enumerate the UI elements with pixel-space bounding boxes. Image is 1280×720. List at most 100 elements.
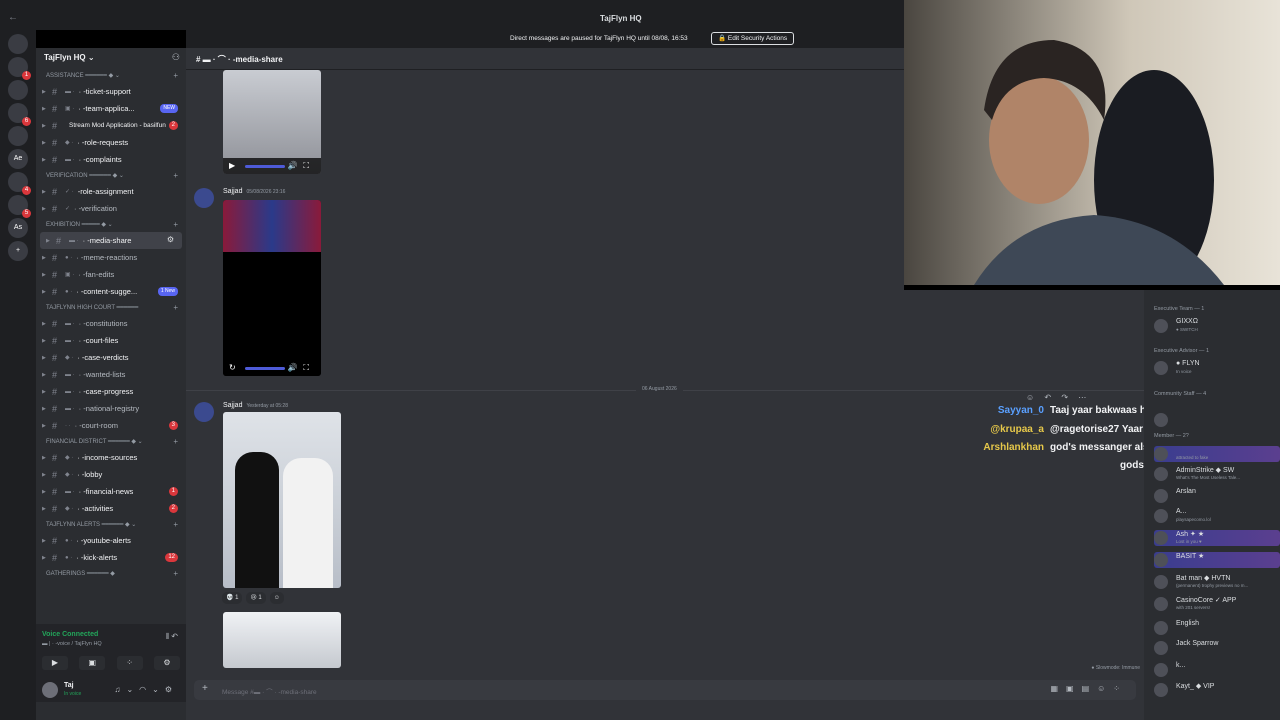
screenshare-icon[interactable]: ▣ (79, 656, 106, 670)
guild-header[interactable]: TajFlyn HQ ⌄ ⚇ (36, 48, 186, 68)
collapse-arrow-icon[interactable]: ▶ (42, 555, 48, 561)
avatar[interactable] (1154, 413, 1168, 427)
voice-controls[interactable]: ⦀ ↶ (166, 632, 178, 642)
avatar[interactable] (1154, 361, 1168, 375)
channel-item[interactable]: ▶ # ● · · -youtube-alerts (36, 532, 186, 549)
channel-item[interactable]: ▶ # ● · · -content-sugge... 1 New (36, 283, 186, 300)
avatar[interactable] (42, 682, 58, 698)
collapse-arrow-icon[interactable]: ▶ (42, 106, 48, 112)
avatar[interactable] (1154, 641, 1168, 655)
avatar[interactable] (1154, 509, 1168, 523)
collapse-arrow-icon[interactable]: ▶ (42, 389, 48, 395)
message-input-placeholder[interactable]: Message #▬ · ⌒ · -media-share (222, 686, 317, 696)
add-member-icon[interactable]: ⚇ (172, 52, 180, 63)
member-item[interactable]: GIXXΩ ● SWITCH (1154, 318, 1280, 334)
server-icon[interactable]: 6 (8, 103, 31, 126)
collapse-arrow-icon[interactable]: ▶ (42, 455, 48, 461)
member-item[interactable]: ● FLYN In voice (1154, 360, 1280, 376)
collapse-arrow-icon[interactable]: ▶ (42, 355, 48, 361)
channel-item[interactable]: ▶ # ✓ · -verification (36, 200, 186, 217)
server-icon[interactable] (8, 80, 28, 100)
channel-item[interactable]: ▶ # ● · · -kick-alerts 12 (36, 549, 186, 566)
collapse-arrow-icon[interactable]: ▶ (42, 123, 48, 129)
server-icon[interactable] (8, 126, 28, 146)
collapse-arrow-icon[interactable]: ▶ (42, 289, 48, 295)
channel-item[interactable]: ▶ # ▣ · · -fan-edits (36, 266, 186, 283)
collapse-arrow-icon[interactable]: ▶ (42, 89, 48, 95)
channel-item[interactable]: ▶ # ◆ · · -lobby (36, 466, 186, 483)
member-item[interactable]: Arslan (1154, 488, 1280, 504)
avatar[interactable] (1154, 683, 1168, 697)
channel-item[interactable]: ▶ # ▬ · · -constitutions (36, 315, 186, 332)
add-channel-icon[interactable]: + (173, 220, 178, 229)
avatar[interactable] (1154, 575, 1168, 589)
channel-category[interactable]: EXHIBITION ━━━━━ ◆ ⌄ + (36, 217, 186, 232)
channel-settings-icon[interactable]: ⚙ (167, 235, 174, 244)
add-channel-icon[interactable]: + (173, 437, 178, 446)
guild-name[interactable]: TajFlyn HQ ⌄ (44, 53, 95, 62)
member-item[interactable]: CasinoCore ✓ APP with 201 servers! (1154, 596, 1280, 612)
member-item[interactable] (1154, 412, 1280, 428)
channel-item[interactable]: ▶ # ▬ · · -financial-news 1 (36, 483, 186, 500)
activities-icon[interactable]: ⁘ (116, 656, 143, 670)
channel-item[interactable]: ▶ # Stream Mod Application - basilfun 2 (36, 117, 186, 134)
channel-item[interactable]: ▶ # ▬ · · -wanted-lists (36, 366, 186, 383)
collapse-arrow-icon[interactable]: ▶ (42, 255, 48, 261)
collapse-arrow-icon[interactable]: ▶ (42, 506, 48, 512)
collapse-arrow-icon[interactable]: ▶ (42, 206, 48, 212)
server-icon[interactable]: + (8, 241, 28, 261)
member-item[interactable]: Ash ✦ ★ Lost in you ♥ (1154, 530, 1280, 546)
member-item[interactable]: k... (1154, 662, 1280, 678)
channel-item[interactable]: ▶ # ▬ · · -case-progress (36, 383, 186, 400)
channel-item[interactable]: ▶ # · · · -court-room 3 (36, 417, 186, 434)
collapse-arrow-icon[interactable]: ▶ (42, 321, 48, 327)
channel-item[interactable]: ▶ # ▣ · · -team-applica... NEW (36, 100, 186, 117)
channel-item[interactable]: ▶ # ◆ · · -income-sources (36, 449, 186, 466)
avatar[interactable] (1154, 319, 1168, 333)
channel-category[interactable]: TAJFLYNN ALERTS ━━━━━━ ◆ ⌄ + (36, 517, 186, 532)
channel-category[interactable]: ASSISTANCE ━━━━━━ ◆ ⌄ + (36, 68, 186, 83)
add-channel-icon[interactable]: + (173, 569, 178, 578)
member-item[interactable]: Jack Sparrow (1154, 640, 1280, 656)
collapse-arrow-icon[interactable]: ▶ (46, 238, 52, 244)
add-channel-icon[interactable]: + (173, 520, 178, 529)
back-arrow-icon[interactable]: ← (8, 12, 18, 23)
channel-item[interactable]: ▶ # ▬ · · -national-registry (36, 400, 186, 417)
user-controls-icons[interactable]: ♫⌄◠⌄⚙ (114, 685, 178, 694)
collapse-arrow-icon[interactable]: ▶ (42, 472, 48, 478)
server-icon[interactable]: Ae (8, 149, 28, 169)
server-icon[interactable]: As (8, 218, 28, 238)
channel-item[interactable]: ▶ # ▬ · · -media-share ⚙ (40, 232, 182, 249)
collapse-arrow-icon[interactable]: ▶ (42, 406, 48, 412)
add-channel-icon[interactable]: + (173, 171, 178, 180)
add-channel-icon[interactable]: + (173, 303, 178, 312)
avatar[interactable] (1154, 597, 1168, 611)
add-channel-icon[interactable]: + (173, 71, 178, 80)
voice-channel-label[interactable]: ▬ | · -voice / TajFlyn HQ (42, 641, 102, 647)
channel-item[interactable]: ▶ # ✓ · -role-assignment (36, 183, 186, 200)
soundboard-icon[interactable]: ⚙ (153, 656, 180, 670)
avatar[interactable] (1154, 621, 1168, 635)
channel-item[interactable]: ▶ # ▬ · · -complaints (36, 151, 186, 168)
channel-item[interactable]: ▶ # ◆ · · -activities 2 (36, 500, 186, 517)
channel-item[interactable]: ▶ # ◆ · · -case-verdicts (36, 349, 186, 366)
input-tools-icons[interactable]: ▦▣▤☺⁘ (1050, 684, 1128, 693)
avatar[interactable] (1154, 447, 1168, 461)
collapse-arrow-icon[interactable]: ▶ (42, 538, 48, 544)
avatar[interactable] (1154, 467, 1168, 481)
member-item[interactable]: Kayt_ ◆ VIP (1154, 682, 1280, 698)
camera-icon[interactable]: ▶ (42, 656, 68, 670)
member-item[interactable]: attracted to fake (1154, 446, 1280, 462)
collapse-arrow-icon[interactable]: ▶ (42, 272, 48, 278)
message-input[interactable]: + Message #▬ · ⌒ · -media-share ▦▣▤☺⁘ (194, 680, 1136, 700)
channel-category[interactable]: FINANCIAL DISTRICT ━━━━━━ ◆ ⌄ + (36, 434, 186, 449)
collapse-arrow-icon[interactable]: ▶ (42, 338, 48, 344)
channel-category[interactable]: Verification ━━━━━━ ◆ ⌄ + (36, 168, 186, 183)
server-icon[interactable]: 5 (8, 195, 31, 218)
channel-item[interactable]: ▶ # ◆ · · -role-requests (36, 134, 186, 151)
add-attachment-icon[interactable]: + (202, 683, 208, 694)
collapse-arrow-icon[interactable]: ▶ (42, 489, 48, 495)
channel-item[interactable]: ▶ # ● · · -meme-reactions (36, 249, 186, 266)
member-item[interactable]: A... playsapecomo.lol (1154, 508, 1280, 524)
server-icon[interactable]: 1 (8, 57, 31, 80)
